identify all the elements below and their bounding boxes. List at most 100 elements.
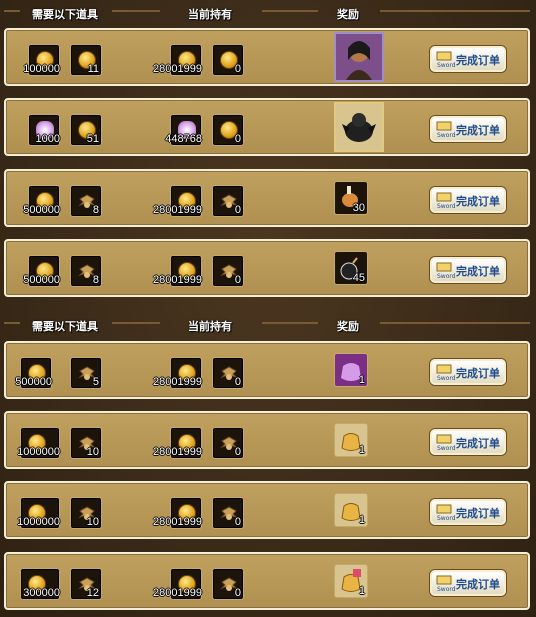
required-item-slot[interactable]: 100000 xyxy=(23,44,60,76)
complete-order-button[interactable]: 完成订单 Sword xyxy=(430,257,506,283)
header-need: 需要以下道具 xyxy=(32,8,98,21)
owned-item-slot[interactable]: 28001999 xyxy=(153,357,202,389)
owned-count: 28001999 xyxy=(153,376,202,388)
owned-item-slot[interactable]: 0 xyxy=(212,185,244,217)
required-count: 8 xyxy=(92,274,99,286)
required-item-slot[interactable]: 11 xyxy=(70,44,102,76)
owned-item-slot[interactable]: 0 xyxy=(212,357,244,389)
owned-item-slot[interactable]: 0 xyxy=(212,255,244,287)
reward-slot[interactable]: 1 xyxy=(334,493,368,527)
required-item-slot[interactable]: 500000 xyxy=(23,255,60,287)
required-item-slot[interactable]: 8 xyxy=(70,255,102,287)
required-count: 500000 xyxy=(23,204,60,216)
required-count: 500000 xyxy=(23,274,60,286)
required-item-slot[interactable]: 10 xyxy=(70,497,102,529)
reward-count: 1 xyxy=(358,374,365,386)
header-need: 需要以下道具 xyxy=(32,320,98,333)
header-reward: 奖励 xyxy=(337,8,359,21)
owned-count: 0 xyxy=(234,204,241,216)
required-item-slot[interactable]: 1000 xyxy=(28,114,60,146)
scroll-icon xyxy=(436,262,452,272)
scroll-icon xyxy=(436,192,452,202)
scroll-icon xyxy=(436,504,452,514)
complete-order-button[interactable]: 完成订单 Sword xyxy=(430,46,506,72)
required-count: 51 xyxy=(86,133,99,145)
owned-item-slot[interactable]: 28001999 xyxy=(153,44,202,76)
owned-count: 28001999 xyxy=(153,446,202,458)
reward-slot[interactable]: 1 xyxy=(334,423,368,457)
owned-item-slot[interactable]: 0 xyxy=(212,497,244,529)
owned-count: 28001999 xyxy=(153,204,202,216)
reward-count: 1 xyxy=(358,585,365,597)
complete-order-button[interactable]: 完成订单 Sword xyxy=(430,570,506,596)
complete-order-button[interactable]: 完成订单 Sword xyxy=(430,499,506,525)
required-item-slot[interactable]: 500000 xyxy=(15,357,52,389)
order-row: 1000000 10 28001999 0 1 完成订单 Sword xyxy=(4,481,530,539)
owned-item-slot[interactable]: 0 xyxy=(212,114,244,146)
complete-order-button[interactable]: 完成订单 Sword xyxy=(430,187,506,213)
dark-beast-icon xyxy=(336,104,382,150)
required-count: 100000 xyxy=(23,63,60,75)
order-panel: 需要以下道具 当前持有 奖励 100000 11 28001999 0 完成订单… xyxy=(0,0,536,617)
owned-item-slot[interactable]: 28001999 xyxy=(153,427,202,459)
scroll-icon xyxy=(436,575,452,585)
required-item-slot[interactable]: 51 xyxy=(70,114,102,146)
order-row: 500000 8 28001999 0 30 完成订单 Sword xyxy=(4,169,530,227)
header-have: 当前持有 xyxy=(188,320,232,333)
required-item-slot[interactable]: 5 xyxy=(70,357,102,389)
owned-item-slot[interactable]: 28001999 xyxy=(153,568,202,600)
reward-slot[interactable] xyxy=(334,102,384,152)
required-item-slot[interactable]: 300000 xyxy=(20,568,60,600)
owned-item-slot[interactable]: 448768 xyxy=(165,114,202,146)
complete-order-button[interactable]: 完成订单 Sword xyxy=(430,359,506,385)
reward-slot[interactable]: 30 xyxy=(334,181,368,215)
required-count: 300000 xyxy=(23,587,60,599)
owned-count: 28001999 xyxy=(153,274,202,286)
order-row: 500000 5 28001999 0 1 完成订单 Sword xyxy=(4,341,530,399)
required-item-slot[interactable]: 500000 xyxy=(23,185,60,217)
required-count: 500000 xyxy=(15,376,52,388)
required-item-slot[interactable]: 1000000 xyxy=(17,497,60,529)
owned-count: 0 xyxy=(234,587,241,599)
scroll-icon xyxy=(436,364,452,374)
reward-slot[interactable]: 45 xyxy=(334,251,368,285)
required-count: 12 xyxy=(86,587,99,599)
required-item-slot[interactable]: 8 xyxy=(70,185,102,217)
reward-count: 30 xyxy=(352,202,365,214)
owned-count: 448768 xyxy=(165,133,202,145)
owned-count: 0 xyxy=(234,376,241,388)
required-count: 1000000 xyxy=(17,446,60,458)
owned-item-slot[interactable]: 0 xyxy=(212,427,244,459)
owned-item-slot[interactable]: 0 xyxy=(212,568,244,600)
owned-count: 0 xyxy=(234,516,241,528)
complete-order-button[interactable]: 完成订单 Sword xyxy=(430,429,506,455)
owned-count: 0 xyxy=(234,133,241,145)
required-count: 1000000 xyxy=(17,516,60,528)
reward-slot[interactable] xyxy=(334,32,384,82)
reward-slot[interactable]: 1 xyxy=(334,564,368,598)
order-row: 1000000 10 28001999 0 1 完成订单 Sword xyxy=(4,411,530,469)
reward-slot[interactable]: 1 xyxy=(334,353,368,387)
order-row: 300000 12 28001999 0 1 完成订单 Sword xyxy=(4,552,530,610)
scroll-icon xyxy=(436,121,452,131)
owned-item-slot[interactable]: 0 xyxy=(212,44,244,76)
owned-item-slot[interactable]: 28001999 xyxy=(153,255,202,287)
required-item-slot[interactable]: 1000000 xyxy=(17,427,60,459)
required-item-slot[interactable]: 12 xyxy=(70,568,102,600)
owned-count: 28001999 xyxy=(153,516,202,528)
owned-count: 0 xyxy=(234,63,241,75)
hero-portrait-icon xyxy=(336,34,382,80)
reward-count: 1 xyxy=(358,444,365,456)
required-count: 11 xyxy=(87,63,99,75)
owned-count: 28001999 xyxy=(153,63,202,75)
header-bar-1: 需要以下道具 当前持有 奖励 xyxy=(0,0,536,26)
required-count: 1000 xyxy=(35,133,60,145)
required-count: 5 xyxy=(92,376,99,388)
complete-order-button[interactable]: 完成订单 Sword xyxy=(430,116,506,142)
owned-count: 0 xyxy=(234,274,241,286)
owned-count: 0 xyxy=(234,446,241,458)
owned-item-slot[interactable]: 28001999 xyxy=(153,497,202,529)
required-count: 10 xyxy=(86,446,99,458)
required-item-slot[interactable]: 10 xyxy=(70,427,102,459)
owned-item-slot[interactable]: 28001999 xyxy=(153,185,202,217)
